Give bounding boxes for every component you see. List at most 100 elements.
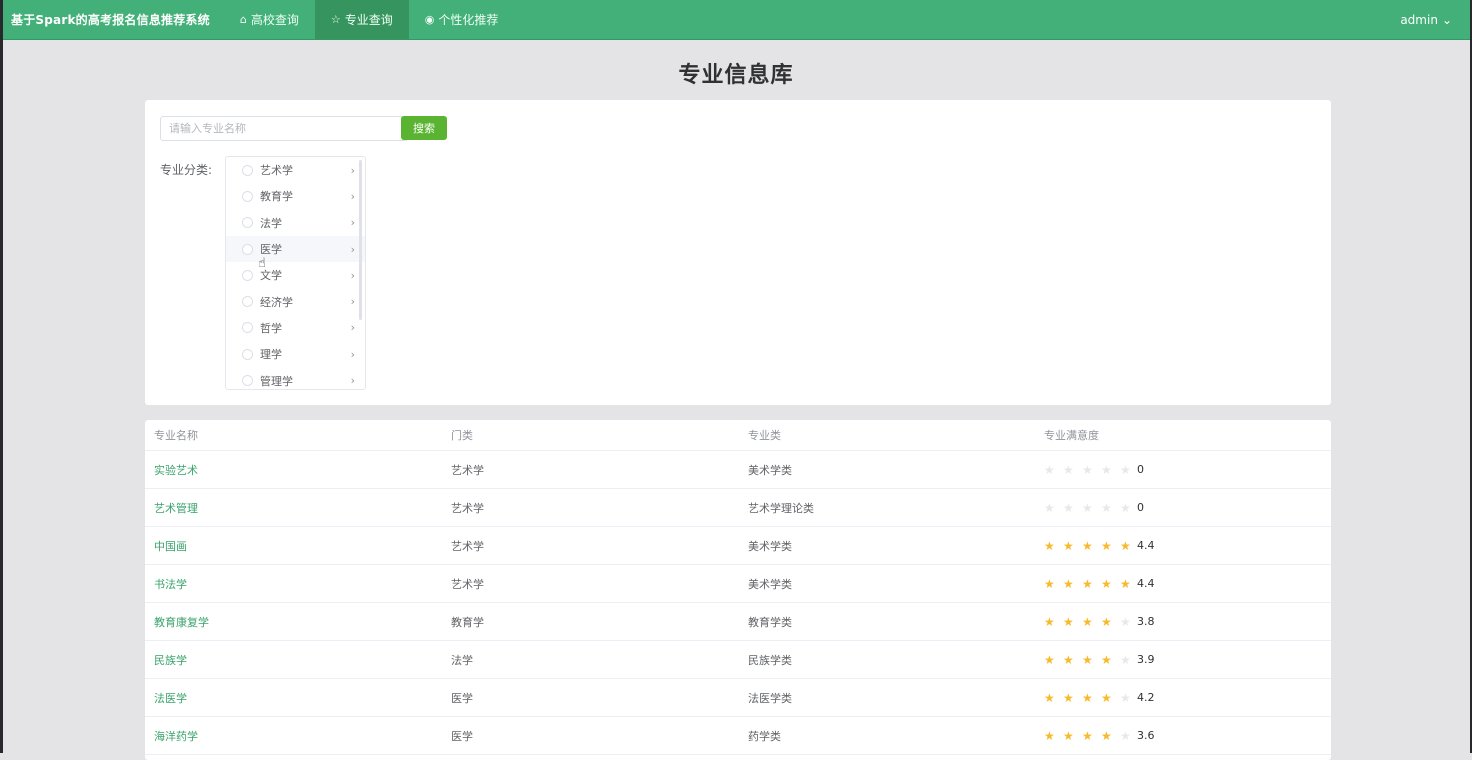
star-icon: ★ xyxy=(1044,614,1055,629)
table-row: 艺术管理 艺术学 艺术学理论类 ★ ★ ★ ★ ★ 0 xyxy=(145,489,1331,527)
table-header: 专业名称 门类 专业类 专业满意度 xyxy=(145,420,1331,451)
cascader-option-label: 教育学 xyxy=(260,190,293,204)
search-input[interactable] xyxy=(160,116,408,141)
cascader-option[interactable]: 哲学 › xyxy=(226,315,365,341)
cascader-option-label: 管理学 xyxy=(260,374,293,388)
radio-circle-icon[interactable] xyxy=(242,217,253,229)
major-subclass: 美术学类 xyxy=(748,539,792,553)
radio-circle-icon[interactable] xyxy=(242,269,253,281)
cascader-option[interactable]: 医学 › xyxy=(226,235,365,263)
search-button[interactable]: 搜索 xyxy=(401,116,447,140)
major-category: 法学 xyxy=(451,653,473,667)
nav-item-major-search[interactable]: ☆ 专业查询 xyxy=(314,0,409,39)
major-name-link[interactable]: 书法学 xyxy=(154,578,187,591)
radio-circle-icon[interactable] xyxy=(242,348,253,360)
star-icon: ★ xyxy=(1120,500,1131,515)
star-icon: ★ xyxy=(1120,690,1131,705)
satisfaction-score: 4.4 xyxy=(1137,577,1155,590)
star-icon: ★ xyxy=(1082,728,1093,743)
cascader-option-label: 理学 xyxy=(260,348,282,362)
cascader-option[interactable]: 理学 › xyxy=(226,341,365,367)
cascader-option[interactable]: 文学 › xyxy=(226,262,365,288)
satisfaction-rating: ★ ★ ★ ★ ★ 3.8 xyxy=(1044,615,1155,629)
satisfaction-rating: ★★★★★4.4 xyxy=(1044,577,1155,591)
major-name-link[interactable]: 民族学 xyxy=(154,654,187,667)
column-header-satisfaction[interactable]: 专业满意度 xyxy=(1035,427,1331,443)
star-icon: ★ xyxy=(1063,728,1074,743)
major-subclass: 美术学类 xyxy=(748,577,792,591)
star-icon: ★ xyxy=(1120,462,1131,477)
major-name-link[interactable]: 教育康复学 xyxy=(154,616,209,629)
major-name-link[interactable]: 海洋药学 xyxy=(154,730,198,743)
cascader-option[interactable]: 教育学 › xyxy=(226,183,365,209)
chevron-right-icon: › xyxy=(350,189,355,203)
star-icon: ★ xyxy=(1044,462,1055,477)
column-header-subclass[interactable]: 专业类 xyxy=(739,427,1035,443)
star-icon: ★ xyxy=(1044,500,1055,515)
table-row: 民族学 法学 民族学类 ★ ★ ★ ★ ★ 3.9 xyxy=(145,641,1331,679)
cascader-option[interactable]: 法学 › xyxy=(226,210,365,236)
major-name-link[interactable]: 法医学 xyxy=(154,692,187,705)
major-category: 艺术学 xyxy=(451,539,484,553)
table-row: 中国画艺术学美术学类★★★★★4.4 xyxy=(145,527,1331,565)
cascader-option[interactable]: 经济学 › xyxy=(226,288,365,314)
star-icon: ★ xyxy=(1101,652,1112,667)
table-row: 法医学 医学 法医学类 ★ ★ ★ ★ ★ 4.2 xyxy=(145,679,1331,717)
table-row: 书法学艺术学美术学类★★★★★4.4 xyxy=(145,565,1331,603)
star-icon: ★ xyxy=(1120,577,1139,591)
star-icon: ★ xyxy=(1101,500,1112,515)
major-name-link[interactable]: 中国画 xyxy=(154,540,187,553)
category-label: 专业分类: xyxy=(160,163,213,177)
satisfaction-score: 3.9 xyxy=(1137,653,1155,666)
star-icon: ★ xyxy=(1120,652,1131,667)
table-row: 实验艺术 艺术学 美术学类 ★ ★ ★ ★ ★ 0 xyxy=(145,451,1331,489)
category-cascader[interactable]: 艺术学 › 教育学 › 法学 › 医学 › 文学 › 经济学 › 哲学 › 理学 › 管理学 › xyxy=(225,156,366,390)
star-icon: ★ xyxy=(1063,462,1074,477)
satisfaction-score: 4.2 xyxy=(1137,691,1155,704)
star-icon: ★ xyxy=(1101,614,1112,629)
star-icon: ★ xyxy=(1082,538,1093,553)
satisfaction-rating: ★ ★ ★ ★ ★ 0 xyxy=(1044,501,1144,515)
cascader-option-label: 医学 xyxy=(260,243,282,257)
star-icon: ★ xyxy=(1082,690,1093,705)
nav-item-recommendation[interactable]: ◉ 个性化推荐 xyxy=(409,0,515,39)
cascader-option[interactable]: 艺术学 › xyxy=(226,157,365,183)
user-menu[interactable]: admin ⌄ xyxy=(1400,13,1470,27)
chevron-right-icon: › xyxy=(350,347,355,361)
major-subclass: 药学类 xyxy=(748,729,781,743)
column-header-name[interactable]: 专业名称 xyxy=(145,427,442,443)
cascader-scrollbar[interactable] xyxy=(359,160,362,320)
chevron-right-icon: › xyxy=(350,242,355,256)
major-name-link[interactable]: 实验艺术 xyxy=(154,464,198,477)
radio-circle-icon[interactable] xyxy=(242,243,253,255)
radio-circle-icon[interactable] xyxy=(242,296,253,308)
cascader-option-label: 哲学 xyxy=(260,321,282,335)
chevron-right-icon: › xyxy=(350,321,355,335)
column-header-category[interactable]: 门类 xyxy=(442,427,739,443)
chevron-right-icon: › xyxy=(350,216,355,230)
star-icon: ★ xyxy=(1101,462,1112,477)
star-icon: ★ xyxy=(1120,614,1131,629)
major-category: 艺术学 xyxy=(451,577,484,591)
star-icon: ★ xyxy=(1082,462,1093,477)
satisfaction-score: 3.6 xyxy=(1137,729,1155,742)
nav-item-university-search[interactable]: ⌂ 高校查询 xyxy=(224,0,315,39)
star-icon: ★ xyxy=(1063,652,1074,667)
app-title: 基于Spark的高考报名信息推荐系统 xyxy=(11,13,210,27)
username: admin xyxy=(1400,12,1438,27)
chevron-right-icon: › xyxy=(350,163,355,177)
major-name-link[interactable]: 艺术管理 xyxy=(154,502,198,515)
radio-circle-icon[interactable] xyxy=(242,164,253,176)
radio-circle-icon[interactable] xyxy=(242,322,253,334)
star-icon: ★ xyxy=(1120,539,1139,553)
star-icon: ★ xyxy=(1063,538,1074,553)
major-subclass: 教育学类 xyxy=(748,615,792,629)
cascader-option[interactable]: 管理学 › xyxy=(226,367,365,389)
chevron-right-icon: › xyxy=(350,268,355,282)
satisfaction-score: 4.4 xyxy=(1137,539,1155,552)
cascader-option-label: 经济学 xyxy=(260,295,293,309)
nav-item-label: 个性化推荐 xyxy=(438,13,499,27)
radio-circle-icon[interactable] xyxy=(242,375,253,387)
radio-circle-icon[interactable] xyxy=(242,190,253,202)
star-icon: ★ xyxy=(1101,576,1112,591)
